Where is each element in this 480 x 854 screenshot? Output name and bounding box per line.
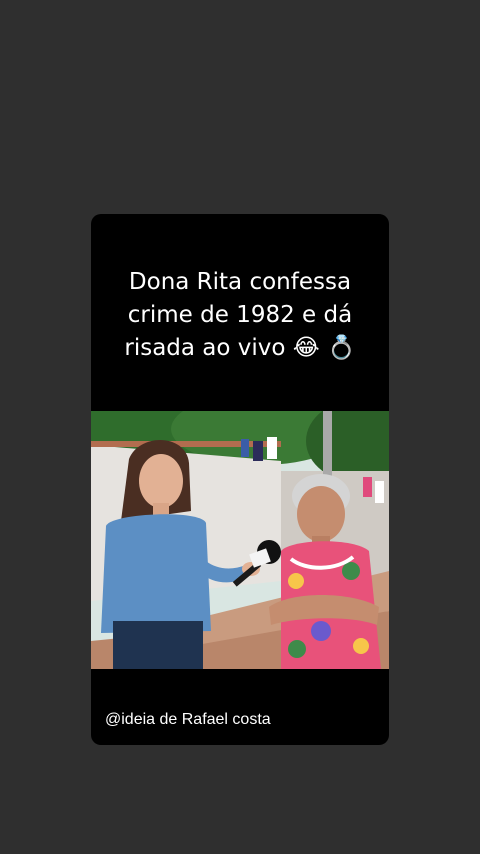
- interview-photo: [91, 411, 389, 669]
- story-screen: Dona Rita confessa crime de 1982 e dá ri…: [0, 0, 480, 854]
- story-headline: Dona Rita confessa crime de 1982 e dá ri…: [124, 269, 356, 361]
- author-credit[interactable]: @ideia de Rafael costa: [105, 711, 271, 729]
- story-card[interactable]: Dona Rita confessa crime de 1982 e dá ri…: [91, 214, 389, 745]
